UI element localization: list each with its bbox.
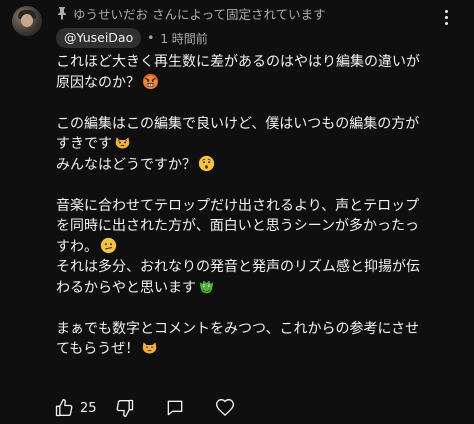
author-row: @YuseiDao • 1 時間前: [56, 28, 208, 48]
separator: •: [147, 31, 155, 45]
author-name[interactable]: @YuseiDao: [56, 28, 142, 48]
dragon-face-emoji: [199, 280, 214, 293]
cat-smile-emoji: [143, 342, 157, 354]
heart-icon: [215, 398, 234, 416]
comment-line: 原因なのか？: [56, 74, 140, 91]
pinned-label: ゆうせいだお さんによって固定されています: [56, 4, 326, 22]
comment-line: この編集はこの編集で良いけど、僕はいつもの編集の方が: [56, 115, 420, 132]
confused-face-emoji: [100, 237, 117, 253]
comment-actions: 25: [52, 396, 237, 420]
pinned-text: ゆうせいだお さんによって固定されています: [73, 6, 326, 22]
avatar[interactable]: [12, 6, 42, 36]
timestamp[interactable]: 1 時間前: [160, 30, 207, 47]
comment-line: まぁでも数字とコメントをみつつ、これからの参考にさせ: [56, 320, 420, 337]
heart-button[interactable]: [213, 396, 237, 420]
comment-line: わるからやと思います: [56, 279, 196, 296]
comment-line: みんなはどうですか？: [56, 156, 196, 173]
reply-button[interactable]: [163, 396, 187, 420]
comment-text: これほど大きく再生数に差があるのはやはり編集の違いが 原因なのか？ この編集はこ…: [56, 52, 446, 360]
dislike-button[interactable]: [113, 396, 137, 420]
comment-line: を同時に出された方が、面白いと思うシーンが多かったっ: [56, 218, 420, 234]
comment-line: てもらうぜ！: [56, 341, 140, 357]
comment-line: すきです: [56, 136, 112, 152]
cat-face-emoji: [115, 137, 130, 149]
thumbs-up-icon: [55, 399, 73, 417]
pin-icon: [58, 7, 66, 20]
comment-line: 音楽に合わせてテロップだけ出されるより、声とテロップ: [56, 197, 420, 214]
like-button[interactable]: [52, 396, 76, 420]
comment-line: すわ。: [56, 238, 98, 255]
like-count: 25: [80, 400, 97, 416]
thumbs-down-icon: [116, 399, 133, 417]
comment-line: これほど大きく再生数に差があるのはやはり編集の違いが: [56, 54, 420, 70]
more-actions-button[interactable]: [436, 6, 456, 28]
hushed-face-emoji: [198, 155, 215, 171]
angry-face-emoji: [142, 73, 159, 89]
comment-line: それは多分、おれなりの発音と発声のリズム感と抑揚が伝: [56, 259, 420, 275]
reply-icon: [167, 400, 182, 416]
